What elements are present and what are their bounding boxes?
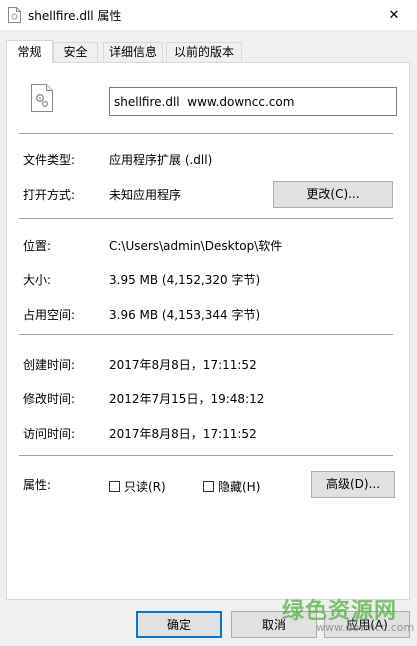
window-title: shellfire.dll 属性	[28, 9, 122, 23]
change-button[interactable]: 更改(C)...	[273, 181, 393, 208]
separator	[19, 334, 393, 335]
properties-window: shellfire.dll 属性 ✕ 常规 安全 详细信息 以前的版本 文件类型…	[0, 0, 417, 646]
tab-details[interactable]: 详细信息	[103, 42, 163, 62]
readonly-checkbox-box[interactable]	[109, 481, 120, 492]
created-value: 2017年8月8日，17:11:52	[109, 358, 257, 372]
separator	[19, 218, 393, 219]
file-type-label: 文件类型:	[23, 153, 76, 167]
hidden-checkbox[interactable]: 隐藏(H)	[203, 478, 260, 495]
modified-value: 2012年7月15日，19:48:12	[109, 392, 265, 406]
file-type-value: 应用程序扩展 (.dll)	[109, 153, 213, 167]
tab-security[interactable]: 安全	[53, 42, 98, 62]
opens-with-value: 未知应用程序	[109, 188, 182, 202]
dll-file-icon	[31, 84, 53, 112]
advanced-button[interactable]: 高级(D)...	[311, 471, 395, 498]
ok-button[interactable]: 确定	[136, 611, 222, 638]
size-label: 大小:	[23, 273, 52, 287]
location-value: C:\Users\admin\Desktop\软件	[109, 239, 283, 253]
size-on-disk-label: 占用空间:	[23, 308, 76, 322]
accessed-value: 2017年8月8日，17:11:52	[109, 427, 257, 441]
general-panel: 文件类型: 应用程序扩展 (.dll) 打开方式: 未知应用程序 更改(C)..…	[6, 62, 410, 600]
close-icon: ✕	[388, 7, 400, 23]
opens-with-label: 打开方式:	[23, 188, 76, 202]
close-button[interactable]: ✕	[371, 0, 417, 30]
hidden-checkbox-box[interactable]	[203, 481, 214, 492]
created-label: 创建时间:	[23, 358, 76, 372]
size-on-disk-value: 3.96 MB (4,153,344 字节)	[109, 308, 261, 322]
readonly-checkbox-label: 只读(R)	[124, 480, 166, 494]
location-label: 位置:	[23, 239, 52, 253]
attributes-label: 属性:	[23, 478, 52, 492]
file-icon	[8, 7, 21, 23]
modified-label: 修改时间:	[23, 392, 76, 406]
watermark-url: www.downcc.com	[316, 621, 415, 634]
separator	[19, 133, 393, 134]
accessed-label: 访问时间:	[23, 427, 76, 441]
size-value: 3.95 MB (4,152,320 字节)	[109, 273, 261, 287]
hidden-checkbox-label: 隐藏(H)	[218, 480, 261, 494]
tab-general[interactable]: 常规	[6, 40, 53, 63]
tab-previous-versions[interactable]: 以前的版本	[166, 42, 242, 62]
separator	[19, 455, 393, 456]
title-bar: shellfire.dll 属性 ✕	[0, 0, 417, 30]
filename-input[interactable]	[109, 87, 397, 116]
readonly-checkbox[interactable]: 只读(R)	[109, 478, 166, 495]
